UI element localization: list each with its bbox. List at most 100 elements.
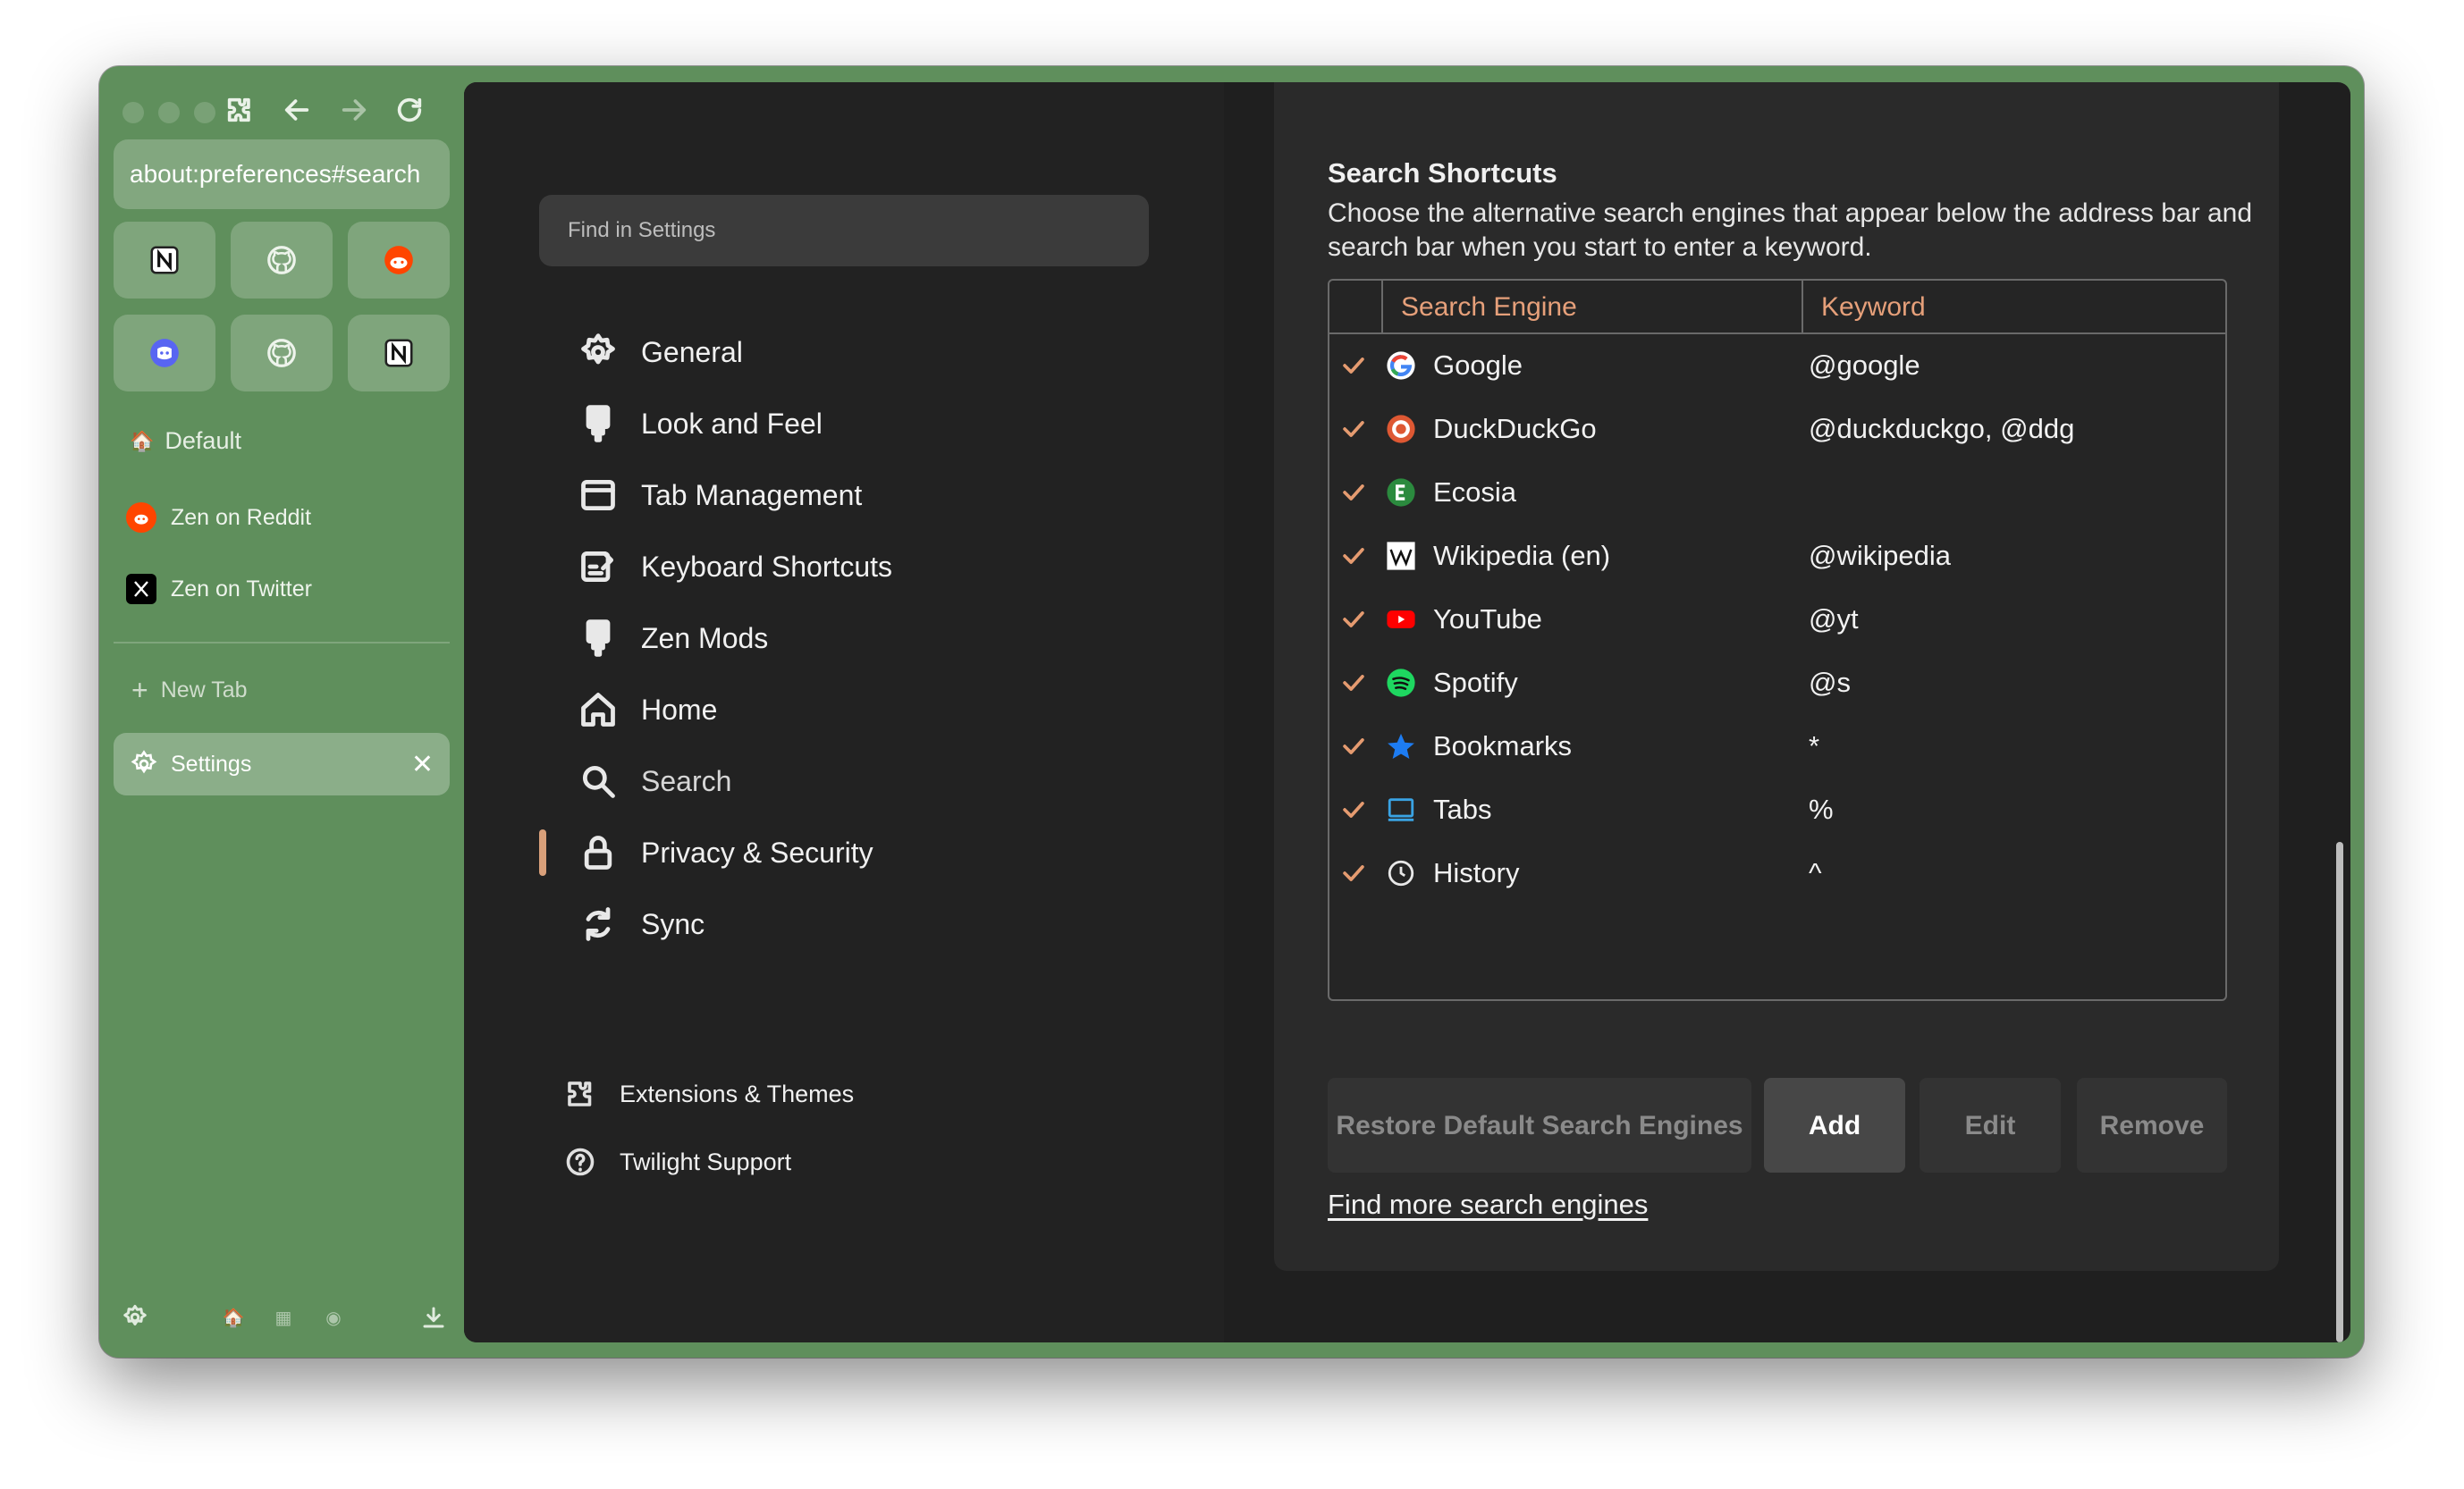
url-bar[interactable]: about:preferences#search [114,139,450,209]
engine-name: Google [1433,349,1523,381]
checkmark-icon[interactable] [1338,668,1369,698]
window-icon [581,479,615,511]
table-row[interactable]: Google @google [1329,334,2225,397]
engine-keyword: @s [1809,667,1851,698]
customize-gear-icon[interactable] [117,1300,153,1335]
engine-keyword: * [1809,730,1820,761]
youtube-icon [1385,603,1417,635]
checkmark-icon[interactable] [1338,604,1369,635]
pinned-tab-twitter[interactable]: Zen on Twitter [126,574,312,604]
search-engines-table[interactable]: Search Engine Keyword Google @google Duc… [1328,279,2227,1001]
category-label: Tab Management [641,478,863,511]
engine-name: Spotify [1433,667,1518,698]
category-label: Sync [641,907,705,940]
wikipedia-icon [1385,540,1417,572]
scrollbar-thumb[interactable] [2336,842,2343,1342]
column-header-keyword[interactable]: Keyword [1802,281,2206,332]
link-extensions-themes[interactable]: Extensions & Themes [564,1078,854,1110]
checkmark-icon[interactable] [1338,731,1369,761]
link-label: Extensions & Themes [620,1080,855,1107]
forward-arrow-icon[interactable] [332,88,376,132]
sidebar-bottom-bar: 🏠 ▦ ◉ [99,1300,462,1344]
category-zen-mods[interactable]: Zen Mods [578,618,768,658]
essential-tab-reddit[interactable] [348,222,450,299]
table-row[interactable]: DuckDuckGo @duckduckgo, @ddg [1329,398,2225,460]
home-icon [581,693,615,727]
category-look-and-feel[interactable]: Look and Feel [578,404,823,443]
workspace-home-icon[interactable]: 🏠 [215,1300,251,1335]
section-description: Choose the alternative search engines th… [1328,198,2253,262]
search-shortcuts-section: Search Shortcuts Choose the alternative … [1274,82,2279,1271]
close-tab-icon[interactable]: ✕ [411,749,434,780]
reload-icon[interactable] [387,88,432,132]
zoom-window-button[interactable] [194,102,215,123]
checkmark-icon[interactable] [1338,795,1369,825]
category-search[interactable]: Search [578,761,731,801]
minimize-window-button[interactable] [158,102,180,123]
extensions-icon[interactable] [217,88,262,132]
workspace-name: Default [165,427,241,454]
table-row[interactable]: Wikipedia (en) @wikipedia [1329,525,2225,587]
engine-keyword: ^ [1809,857,1822,888]
table-row[interactable]: History ^ [1329,842,2225,904]
essential-tab-github[interactable] [231,222,333,299]
table-row[interactable]: Spotify @s [1329,652,2225,714]
category-keyboard-shortcuts[interactable]: Keyboard Shortcuts [578,547,892,586]
browser-window: about:preferences#search 🏠 Default Zen o… [99,66,2364,1358]
table-row[interactable]: Tabs % [1329,778,2225,841]
table-row[interactable]: Ecosia [1329,461,2225,524]
brush-icon [586,619,611,657]
remove-engine-button[interactable]: Remove [2077,1078,2227,1173]
section-title: Search Shortcuts [1328,157,1557,189]
engine-name: YouTube [1433,603,1542,635]
category-label: Keyboard Shortcuts [641,550,893,583]
table-row[interactable]: YouTube @yt [1329,588,2225,651]
spotify-icon [1385,667,1417,699]
checkmark-icon[interactable] [1338,858,1369,888]
essential-tab-discord[interactable] [114,315,215,391]
category-label: Zen Mods [641,621,769,654]
workspace-3-icon[interactable]: ◉ [316,1300,351,1335]
category-privacy-security[interactable]: Privacy & Security [578,833,873,872]
restore-default-engines-button[interactable]: Restore Default Search Engines [1328,1078,1751,1173]
house-icon: 🏠 [130,429,155,452]
category-label: Look and Feel [641,407,823,440]
workspace-label[interactable]: 🏠 Default [130,427,241,455]
tab-settings[interactable]: Settings ✕ [114,733,450,795]
engine-name: History [1433,857,1520,888]
pinned-tab-reddit[interactable]: Zen on Reddit [126,502,311,533]
category-label: Search [641,764,732,797]
category-sync[interactable]: Sync [578,904,705,944]
edit-engine-button[interactable]: Edit [1920,1078,2061,1173]
new-tab-button[interactable]: + New Tab [131,674,248,707]
add-engine-button[interactable]: Add [1764,1078,1905,1173]
find-in-settings-input[interactable]: Find in Settings [539,195,1149,266]
lock-icon [584,836,612,870]
checkmark-icon[interactable] [1338,414,1369,444]
engine-keyword: % [1809,794,1834,825]
essential-tab-notion[interactable] [114,222,215,299]
essential-tab-notion-2[interactable] [348,315,450,391]
tabs-icon [1385,794,1417,826]
back-arrow-icon[interactable] [274,88,319,132]
find-more-engines-link[interactable]: Find more search engines [1328,1189,1648,1221]
table-row[interactable]: Bookmarks * [1329,715,2225,778]
essential-tab-github-2[interactable] [231,315,333,391]
category-general[interactable]: General [578,332,743,372]
category-home[interactable]: Home [578,690,717,729]
checkmark-icon[interactable] [1338,541,1369,571]
download-icon[interactable] [416,1300,451,1335]
checkmark-icon[interactable] [1338,477,1369,508]
checkmark-icon[interactable] [1338,350,1369,381]
active-category-indicator [539,829,546,876]
column-header-search-engine[interactable]: Search Engine [1381,281,1785,332]
workspace-2-icon[interactable]: ▦ [266,1300,301,1335]
category-tab-management[interactable]: Tab Management [578,475,862,515]
brush-icon [586,405,611,442]
google-icon [1385,349,1417,382]
pinned-tab-label: Zen on Reddit [171,504,312,530]
link-twilight-support[interactable]: Twilight Support [564,1146,791,1178]
close-window-button[interactable] [122,102,144,123]
engine-keyword: @yt [1809,603,1859,635]
engine-keyword: @wikipedia [1809,540,1951,571]
